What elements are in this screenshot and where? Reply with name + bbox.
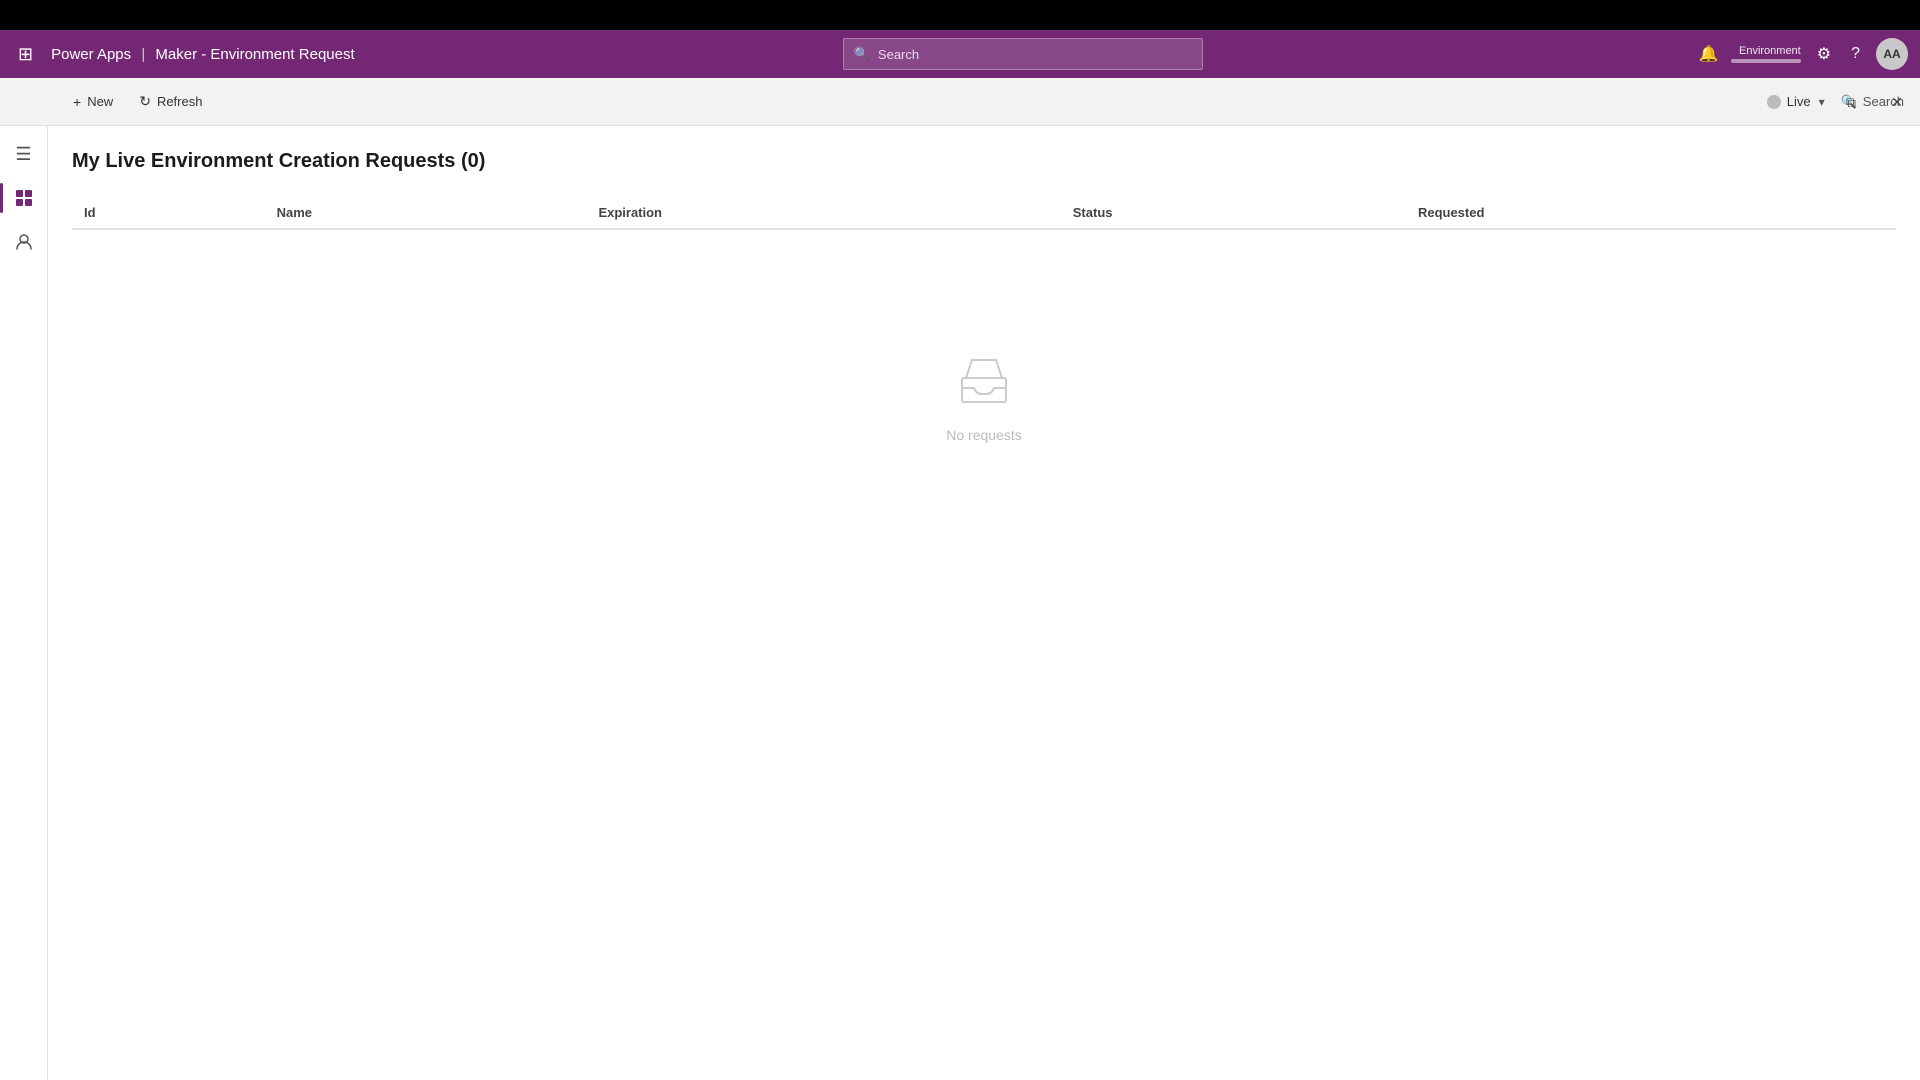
sidebar-second-icon[interactable] [4, 222, 44, 262]
live-label: Live [1787, 94, 1811, 109]
sidebar-item-env-wrapper [4, 178, 44, 218]
main-layout: ☰ My Live Environment Creation Requests … [0, 126, 1920, 1080]
help-icon[interactable]: ? [1843, 39, 1868, 69]
sidebar: ☰ [0, 126, 48, 1080]
table-header-row: Id Name Expiration Status Requested [72, 197, 1896, 229]
nav-title: Power Apps | Maker - Environment Request [51, 46, 355, 63]
top-bar [0, 0, 1920, 30]
sidebar-env-icon[interactable] [4, 178, 44, 218]
waffle-menu-button[interactable]: ⊞ [12, 38, 39, 71]
nav-actions: 🔔 Environment ⚙ ? AA [1691, 38, 1908, 70]
avatar[interactable]: AA [1876, 38, 1908, 70]
restore-button[interactable]: ⧉ [1828, 78, 1874, 126]
nav-search-container: 🔍 Search [367, 38, 1679, 70]
notification-icon[interactable]: 🔔 [1691, 38, 1727, 70]
live-status-icon [1767, 95, 1781, 109]
new-button[interactable]: + New [60, 87, 126, 117]
col-requested: Requested [1406, 197, 1896, 229]
live-dropdown-chevron[interactable]: ▾ [1819, 95, 1825, 109]
live-badge: Live [1767, 94, 1811, 109]
close-button[interactable]: ✕ [1874, 78, 1920, 126]
app-name: Power Apps [51, 46, 131, 63]
sub-title: Maker - Environment Request [155, 46, 354, 63]
plus-icon: + [73, 94, 81, 110]
empty-state: No requests [72, 230, 1896, 563]
nav-bar: ⊞ Power Apps | Maker - Environment Reque… [0, 30, 1920, 78]
sidebar-active-indicator [0, 183, 3, 213]
settings-icon[interactable]: ⚙ [1809, 38, 1839, 70]
toolbar: + New ↻ Refresh Live ▾ 🔍 Search ⧉ ✕ [0, 78, 1920, 126]
col-id: Id [72, 197, 265, 229]
empty-state-icon [954, 350, 1014, 415]
nav-search-placeholder: Search [878, 47, 919, 62]
col-name: Name [265, 197, 587, 229]
refresh-button[interactable]: ↻ Refresh [126, 86, 215, 117]
col-expiration: Expiration [586, 197, 1060, 229]
env-label: Environment [1739, 45, 1801, 57]
nav-separator: | [141, 46, 145, 63]
page-title: My Live Environment Creation Requests (0… [72, 150, 1896, 173]
env-bar [1731, 59, 1801, 63]
refresh-icon: ↻ [139, 93, 151, 110]
environment-section: Environment [1731, 45, 1801, 63]
new-button-label: New [87, 94, 113, 109]
empty-state-text: No requests [946, 427, 1021, 443]
refresh-button-label: Refresh [157, 94, 203, 109]
col-status: Status [1061, 197, 1406, 229]
content-area: My Live Environment Creation Requests (0… [48, 126, 1920, 1080]
nav-search-bar[interactable]: 🔍 Search [843, 38, 1203, 70]
requests-table: Id Name Expiration Status Requested [72, 197, 1896, 230]
nav-search-icon: 🔍 [854, 46, 870, 62]
sidebar-menu-icon[interactable]: ☰ [4, 134, 44, 174]
window-controls: ⧉ ✕ [1828, 78, 1920, 126]
